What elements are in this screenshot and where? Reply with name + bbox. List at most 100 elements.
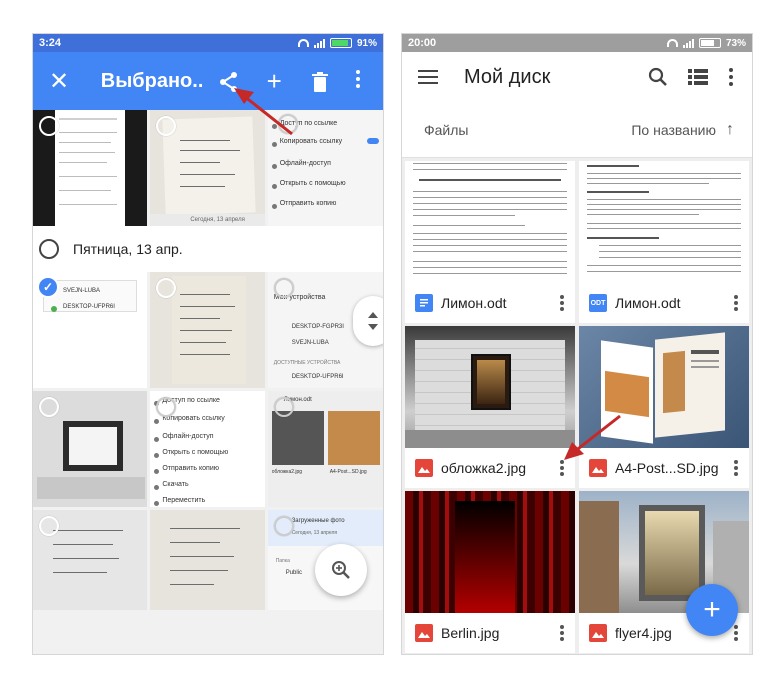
google-drive-screen: 20:00 73% Мой диск Файлы По названию ↑ Л… — [402, 34, 752, 654]
search-icon[interactable] — [638, 67, 678, 87]
selection-app-bar: ✕ Выбрано... + — [33, 52, 383, 110]
battery-percent: 73% — [725, 37, 746, 49]
file-card[interactable]: Berlin.jpg — [405, 491, 575, 653]
select-circle[interactable] — [156, 397, 177, 417]
photo-thumbnail[interactable]: Лимон.odt обложка2.jpg A4-Post...SD.jpg — [267, 391, 383, 507]
file-grid: Лимон.odt ODT Лимон.odt обложка2.jpg A4-… — [402, 158, 752, 654]
photo-thumbnail[interactable] — [33, 391, 148, 507]
file-card[interactable]: ODT Лимон.odt — [579, 161, 749, 323]
annotation-arrow — [234, 88, 293, 136]
image-file-icon — [415, 624, 433, 642]
select-circle[interactable] — [273, 516, 294, 536]
menu-line: Переместить — [162, 497, 206, 504]
photo-row-3: Доступ по ссылке Копировать ссылку Офлай… — [33, 391, 383, 507]
select-circle[interactable] — [273, 397, 294, 417]
google-photos-screen: 3:24 91% ✕ Выбрано... + Сегодня, 13 апре… — [33, 34, 383, 654]
scroll-up-icon — [368, 312, 378, 318]
trash-icon[interactable] — [301, 68, 339, 94]
photo-thumbnail[interactable] — [33, 510, 148, 610]
file-name: Berlin.jpg — [441, 625, 500, 641]
selection-title: Выбрано... — [100, 69, 202, 92]
file-more-icon[interactable] — [555, 295, 569, 311]
image-file-icon — [415, 459, 433, 477]
status-bar: 20:00 73% — [402, 34, 752, 52]
file-name: Лимон.odt — [615, 295, 681, 311]
odt-file-icon: ODT — [589, 294, 607, 312]
select-circle[interactable] — [39, 397, 59, 417]
photo-row-1: Сегодня, 13 апреля Доступ по ссылке Копи… — [33, 110, 383, 226]
notification-text: Загруженные фото — [291, 518, 345, 524]
sort-bar: Файлы По названию ↑ — [402, 102, 752, 158]
doc-file-icon — [415, 294, 433, 312]
file-preview — [579, 161, 749, 283]
select-circle[interactable] — [273, 278, 294, 298]
select-circle[interactable] — [39, 116, 59, 136]
small-filename: A4-Post...SD.jpg — [329, 469, 367, 475]
device-name: SVEJN-LUBA — [291, 340, 329, 346]
device-name: DESKTOP-UFPR6I — [63, 304, 115, 310]
small-filename: обложка2.jpg — [271, 469, 303, 475]
select-circle[interactable] — [39, 516, 59, 536]
list-view-icon[interactable] — [678, 69, 718, 85]
wifi-icon — [297, 39, 309, 47]
file-preview — [405, 161, 575, 283]
photo-thumbnail[interactable] — [150, 510, 265, 610]
photo-row-2: SVEJN-LUBA DESKTOP-UFPR6I ✓ Мои устройст… — [33, 272, 383, 388]
status-bar: 3:24 91% — [33, 34, 383, 52]
more-vert-icon[interactable] — [718, 68, 744, 86]
new-file-fab[interactable]: + — [686, 584, 738, 636]
file-more-icon[interactable] — [555, 625, 569, 641]
select-day-circle[interactable] — [39, 239, 59, 259]
file-name: A4-Post...SD.jpg — [615, 460, 719, 476]
sort-by-button[interactable]: По названию — [631, 122, 716, 138]
signal-icon — [682, 38, 694, 48]
file-name: обложка2.jpg — [441, 460, 527, 476]
file-card[interactable]: обложка2.jpg — [405, 326, 575, 488]
photo-thumbnail[interactable] — [150, 272, 265, 388]
battery-icon — [329, 38, 352, 48]
wifi-icon — [666, 39, 678, 47]
menu-icon[interactable] — [418, 70, 438, 84]
annotation-arrow — [564, 414, 621, 460]
date-header: Пятница, 13 апр. — [33, 226, 383, 272]
files-label: Файлы — [424, 121, 469, 138]
file-card[interactable]: Лимон.odt — [405, 161, 575, 323]
notification-sub: Сегодня, 13 апреля — [291, 530, 338, 536]
file-name: Лимон.odt — [441, 295, 507, 311]
signal-icon — [313, 38, 325, 48]
battery-percent: 91% — [356, 37, 377, 49]
comparison-screenshot: 3:24 91% ✕ Выбрано... + Сегодня, 13 апре… — [0, 0, 784, 686]
file-preview — [405, 491, 575, 613]
menu-line: Открыть с помощью — [279, 180, 346, 187]
menu-line: Офлайн-доступ — [279, 160, 331, 167]
menu-line: Отправить копию — [162, 465, 219, 472]
img-caption: Сегодня, 13 апреля — [150, 214, 265, 226]
date-label: Пятница, 13 апр. — [73, 241, 183, 257]
photo-thumbnail[interactable]: Доступ по ссылке Копировать ссылку Офлай… — [150, 391, 265, 507]
available-header: ДОСТУПНЫЕ УСТРОЙСТВА — [273, 360, 341, 366]
zoom-button[interactable] — [315, 544, 367, 596]
file-more-icon[interactable] — [729, 295, 743, 311]
folder-name: Public — [285, 570, 303, 576]
selected-check-icon[interactable]: ✓ — [37, 276, 59, 298]
menu-line: Отправить копию — [279, 200, 337, 207]
file-more-icon[interactable] — [729, 460, 743, 476]
photo-thumbnail[interactable] — [33, 110, 148, 226]
image-file-icon — [589, 624, 607, 642]
sort-direction-icon[interactable]: ↑ — [726, 121, 734, 139]
status-time: 3:24 — [39, 37, 62, 49]
menu-line: Открыть с помощью — [162, 449, 229, 456]
menu-line: Скачать — [162, 481, 189, 488]
zoom-in-icon — [332, 561, 350, 579]
drive-app-bar: Мой диск — [402, 52, 752, 102]
more-vert-icon[interactable] — [347, 68, 370, 94]
page-title: Мой диск — [464, 65, 551, 88]
device-name: DESKTOP-FGPR3I — [291, 324, 344, 330]
close-icon[interactable]: ✕ — [49, 67, 83, 96]
menu-line: Копировать ссылку — [162, 415, 225, 422]
fast-scroll-handle[interactable] — [353, 296, 383, 346]
device-name: SVEJN-LUBA — [63, 288, 101, 294]
photo-thumbnail[interactable]: SVEJN-LUBA DESKTOP-UFPR6I ✓ — [33, 272, 148, 388]
file-preview — [405, 326, 575, 448]
device-name: DESKTOP-UFPR6I — [291, 374, 344, 380]
